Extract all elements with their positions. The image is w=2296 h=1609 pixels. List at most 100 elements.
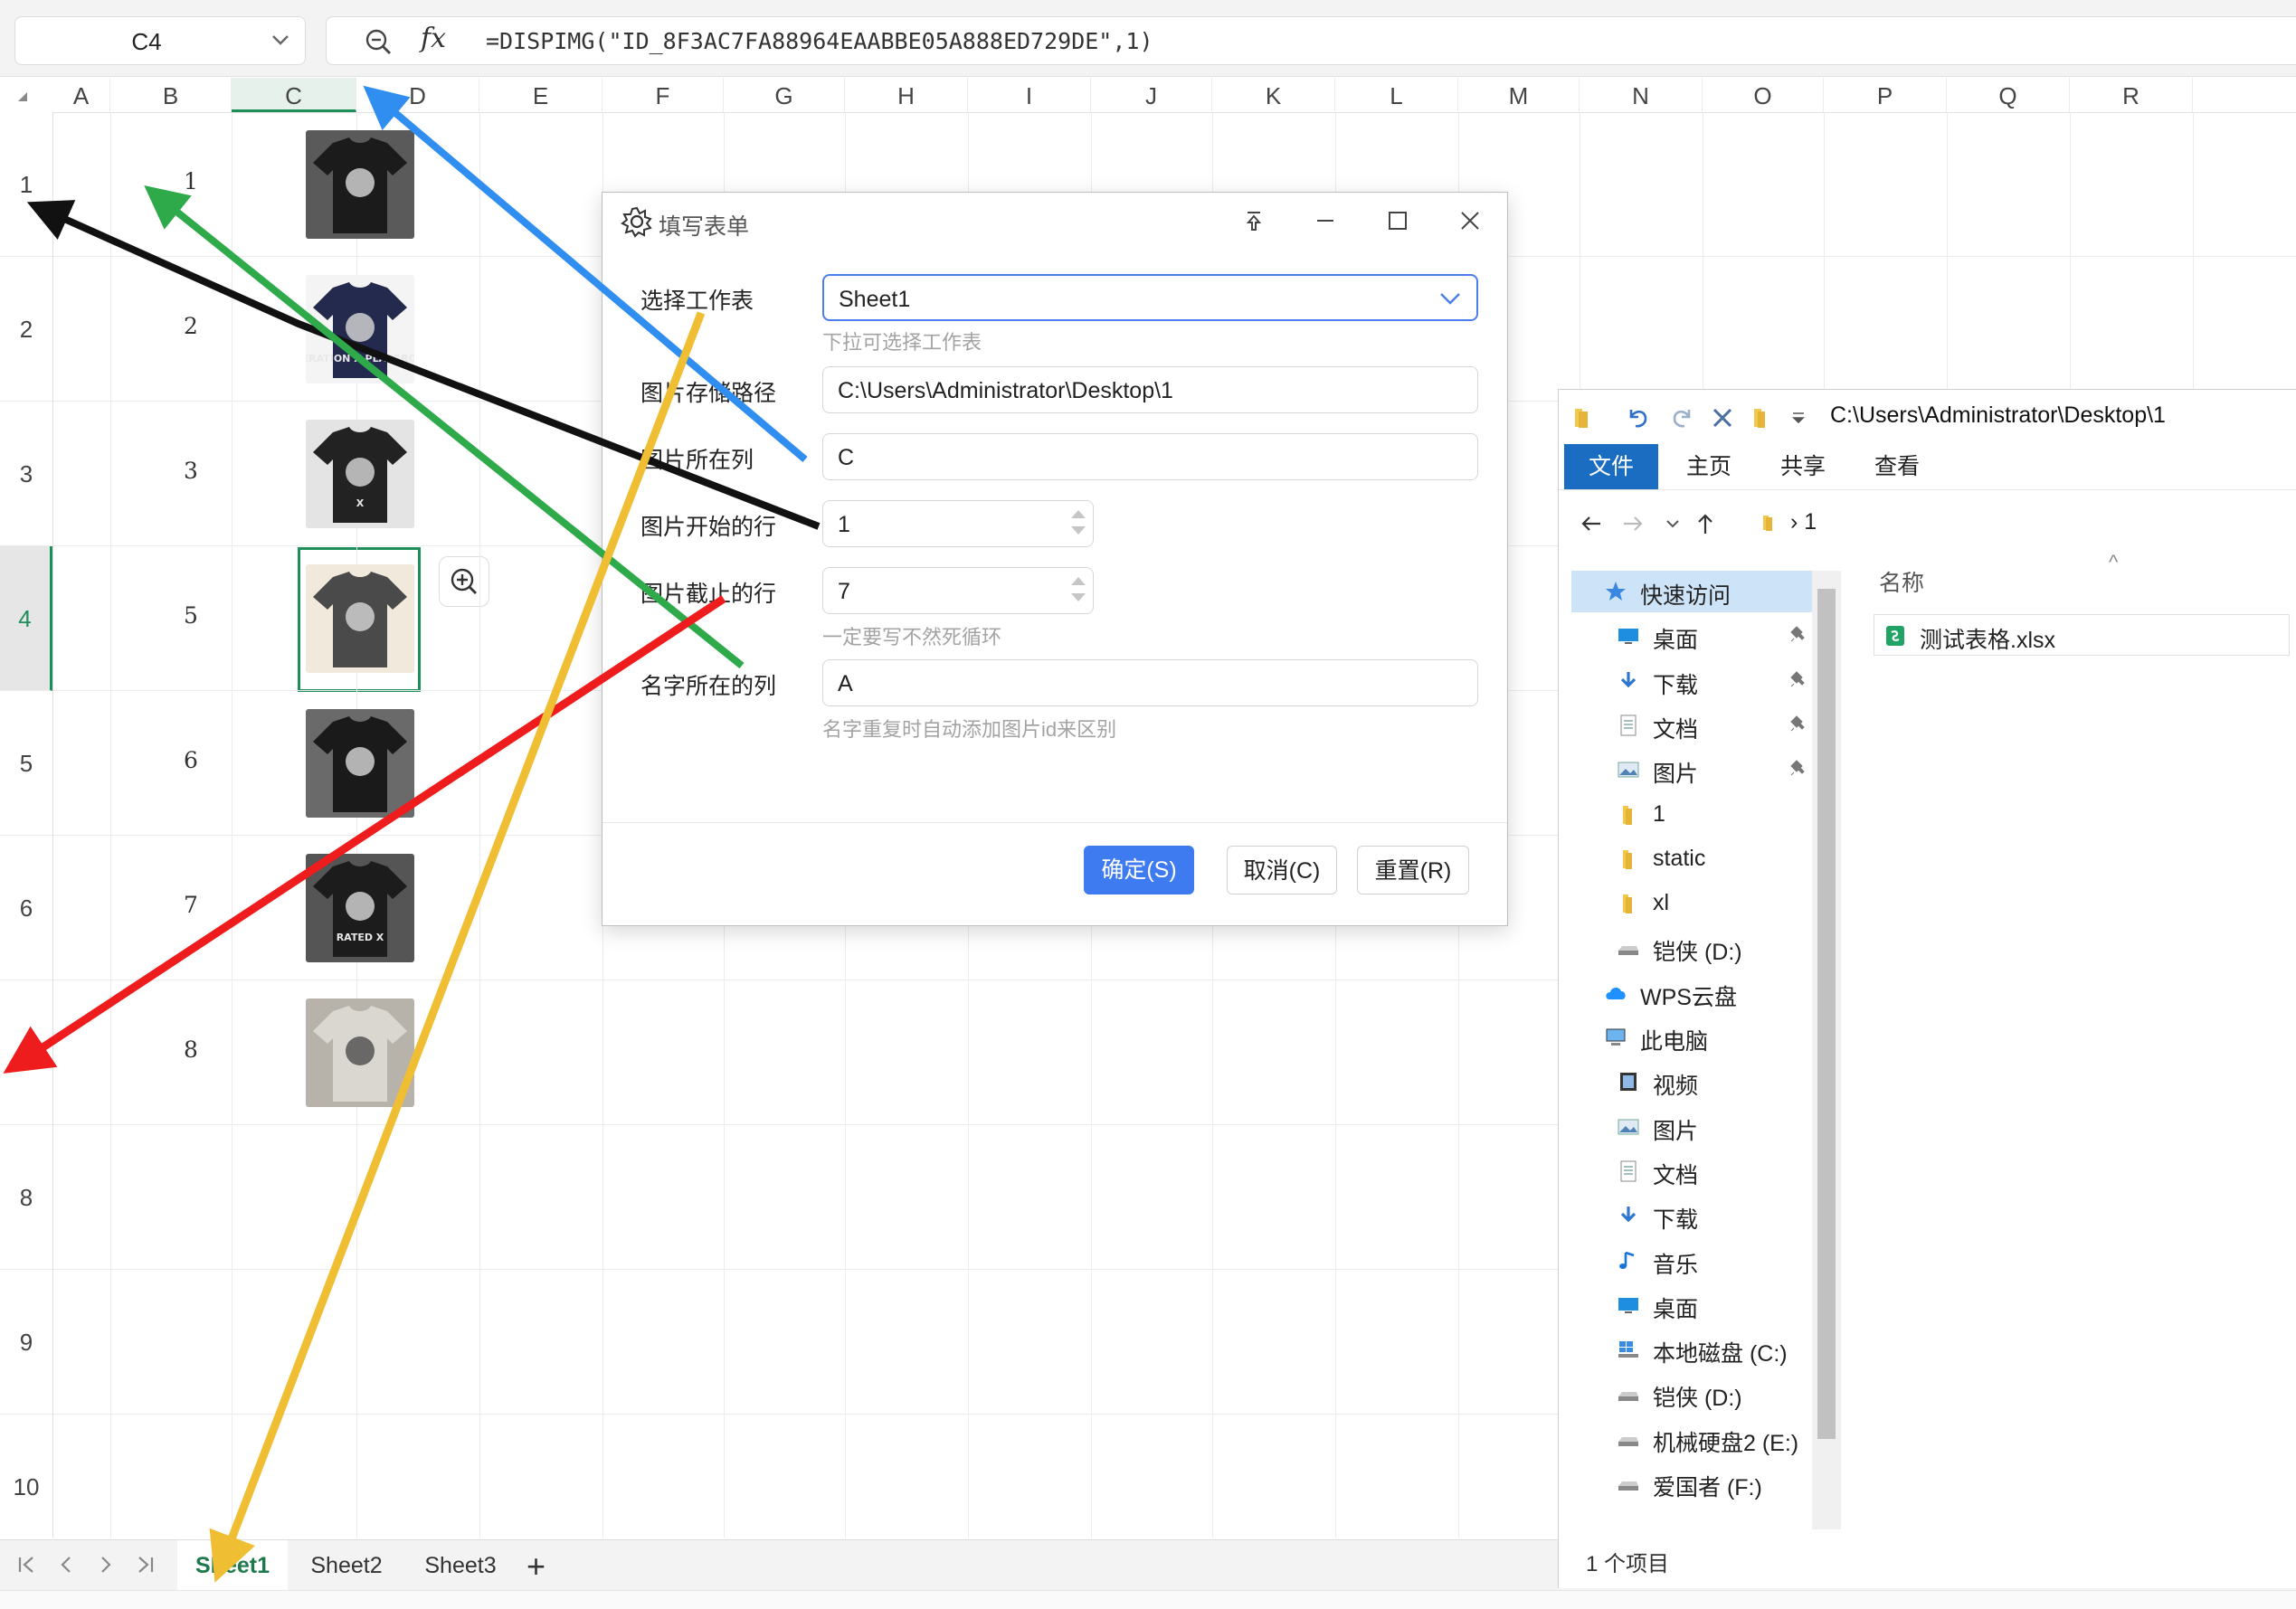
column-header-n[interactable]: N bbox=[1580, 78, 1703, 112]
nav-item[interactable]: 视频 bbox=[1559, 1061, 1830, 1103]
nav-item[interactable]: 图片 bbox=[1559, 1106, 1830, 1148]
column-header-b[interactable]: B bbox=[110, 78, 232, 112]
add-sheet-button[interactable]: + bbox=[527, 1547, 546, 1585]
select-all-corner[interactable] bbox=[0, 78, 52, 112]
formula-text[interactable]: =DISPIMG("ID_8F3AC7FA88964EAABBE05A888ED… bbox=[486, 28, 1153, 54]
nav-item[interactable]: 文档 bbox=[1559, 705, 1830, 746]
reset-button[interactable]: 重置(R) bbox=[1357, 846, 1469, 894]
column-header-h[interactable]: H bbox=[845, 78, 968, 112]
undo-icon[interactable] bbox=[1624, 404, 1651, 431]
shirt-photo-4[interactable] bbox=[306, 564, 414, 673]
nav-item[interactable]: 下载 bbox=[1559, 660, 1830, 702]
cell-b-value[interactable]: 7 bbox=[164, 892, 218, 918]
nav-item[interactable]: 桌面 bbox=[1559, 615, 1830, 657]
prev-sheet-icon[interactable] bbox=[52, 1551, 80, 1578]
stepper-down-icon[interactable] bbox=[1071, 526, 1086, 535]
shirt-photo-2[interactable]: GENERATION X PLAYGROUND bbox=[306, 275, 414, 383]
nav-item[interactable]: 图片 bbox=[1559, 749, 1830, 790]
column-header-e[interactable]: E bbox=[479, 78, 602, 112]
formula-input[interactable]: fx =DISPIMG("ID_8F3AC7FA88964EAABBE05A88… bbox=[326, 16, 2296, 65]
sort-caret-icon[interactable]: ^ bbox=[2109, 551, 2118, 574]
zoom-in-icon[interactable] bbox=[440, 557, 489, 606]
customize-toolbar-icon[interactable] bbox=[1785, 404, 1812, 431]
redo-icon[interactable] bbox=[1669, 404, 1696, 431]
cell-b-value[interactable]: 8 bbox=[164, 1036, 218, 1063]
column-header-c[interactable]: C bbox=[232, 78, 356, 112]
file-row[interactable]: 测试表格.xlsx bbox=[1874, 614, 2290, 656]
nav-item[interactable]: 1 bbox=[1559, 794, 1830, 836]
nav-scrollbar-thumb[interactable] bbox=[1817, 589, 1836, 1439]
column-header-g[interactable]: G bbox=[724, 78, 845, 112]
stepper-up-icon[interactable] bbox=[1071, 577, 1086, 585]
pin-top-icon[interactable] bbox=[1238, 205, 1269, 236]
column-header-j[interactable]: J bbox=[1091, 78, 1212, 112]
stepper-up-icon[interactable] bbox=[1071, 510, 1086, 518]
row-header-1[interactable]: 1 bbox=[0, 112, 52, 257]
row-header-10[interactable]: 10 bbox=[0, 1415, 52, 1559]
shirt-photo-7[interactable] bbox=[306, 999, 414, 1107]
row-header-5[interactable]: 5 bbox=[0, 691, 52, 836]
column-header-r[interactable]: R bbox=[2070, 78, 2193, 112]
column-header-k[interactable]: K bbox=[1212, 78, 1335, 112]
ribbon-tab-home[interactable]: 主页 bbox=[1665, 444, 1752, 489]
row-header-8[interactable]: 8 bbox=[0, 1125, 52, 1270]
cell-b-value[interactable]: 6 bbox=[164, 747, 218, 773]
chevron-down-icon[interactable] bbox=[269, 28, 292, 52]
nav-item[interactable]: WPS云盘 bbox=[1559, 972, 1830, 1014]
image-path-input[interactable]: C:\Users\Administrator\Desktop\1 bbox=[822, 366, 1478, 413]
column-header-q[interactable]: Q bbox=[1947, 78, 2070, 112]
maximize-icon[interactable] bbox=[1382, 205, 1413, 236]
nav-item[interactable]: xl bbox=[1559, 883, 1830, 924]
cell-b-value[interactable]: 5 bbox=[164, 602, 218, 629]
ribbon-tab-file[interactable]: 文件 bbox=[1564, 444, 1658, 489]
ribbon-tab-view[interactable]: 查看 bbox=[1854, 444, 1940, 489]
name-box[interactable]: C4 bbox=[14, 16, 306, 65]
column-header-d[interactable]: D bbox=[356, 78, 479, 112]
row-header-6[interactable]: 6 bbox=[0, 836, 52, 980]
minimize-icon[interactable] bbox=[1310, 205, 1341, 236]
nav-item[interactable]: 音乐 bbox=[1559, 1240, 1830, 1282]
select-all-triangle-icon[interactable] bbox=[18, 92, 27, 101]
column-header-a[interactable]: A bbox=[52, 78, 110, 112]
back-icon[interactable] bbox=[1579, 511, 1604, 536]
confirm-button[interactable]: 确定(S) bbox=[1084, 846, 1194, 894]
row-header-4[interactable]: 4 bbox=[0, 546, 52, 691]
cell-b-value[interactable]: 3 bbox=[164, 458, 218, 484]
cancel-button[interactable]: 取消(C) bbox=[1227, 846, 1337, 894]
up-icon[interactable] bbox=[1693, 511, 1718, 536]
cell-b-value[interactable]: 1 bbox=[164, 168, 218, 194]
recent-locations-icon[interactable] bbox=[1660, 511, 1685, 536]
nav-item[interactable]: 机械硬盘2 (E:) bbox=[1559, 1418, 1830, 1460]
sheet-tab-sheet2[interactable]: Sheet2 bbox=[291, 1540, 402, 1591]
last-sheet-icon[interactable] bbox=[132, 1551, 159, 1578]
zoom-icon[interactable] bbox=[363, 26, 394, 57]
sheet-select[interactable]: Sheet1 bbox=[822, 274, 1478, 321]
delete-icon[interactable] bbox=[1709, 404, 1736, 431]
nav-item[interactable]: 下载 bbox=[1559, 1195, 1830, 1236]
cell-zoom-button[interactable] bbox=[439, 556, 489, 607]
shirt-photo-3[interactable]: X bbox=[306, 420, 414, 528]
end-row-stepper[interactable]: 7 bbox=[822, 567, 1094, 614]
nav-scrollbar[interactable] bbox=[1812, 571, 1841, 1529]
column-header-m[interactable]: M bbox=[1458, 78, 1580, 112]
image-column-input[interactable]: C bbox=[822, 433, 1478, 480]
shirt-photo-6[interactable]: RATED X bbox=[306, 854, 414, 962]
nav-item[interactable]: 爱国者 (F:) bbox=[1559, 1462, 1830, 1504]
column-header-p[interactable]: P bbox=[1824, 78, 1947, 112]
nav-item[interactable]: 此电脑 bbox=[1559, 1017, 1830, 1058]
chevron-down-icon[interactable] bbox=[1437, 285, 1464, 312]
close-icon[interactable] bbox=[1455, 205, 1485, 236]
folder-icon[interactable] bbox=[1747, 404, 1774, 431]
address-bar[interactable]: › 1 bbox=[1790, 509, 1817, 535]
nav-item[interactable]: 本地磁盘 (C:) bbox=[1559, 1329, 1830, 1370]
shirt-photo-1[interactable] bbox=[306, 130, 414, 239]
nav-item[interactable]: 桌面 bbox=[1559, 1284, 1830, 1326]
column-header-l[interactable]: L bbox=[1335, 78, 1458, 112]
column-header-i[interactable]: I bbox=[968, 78, 1091, 112]
row-header-7[interactable]: 7 bbox=[0, 980, 52, 1125]
forward-icon[interactable] bbox=[1620, 511, 1646, 536]
nav-item[interactable]: static bbox=[1559, 838, 1830, 880]
nav-item[interactable]: 文档 bbox=[1559, 1150, 1830, 1192]
nav-item[interactable]: 铠侠 (D:) bbox=[1559, 1373, 1830, 1415]
sheet-tab-sheet1[interactable]: Sheet1 bbox=[177, 1540, 288, 1591]
